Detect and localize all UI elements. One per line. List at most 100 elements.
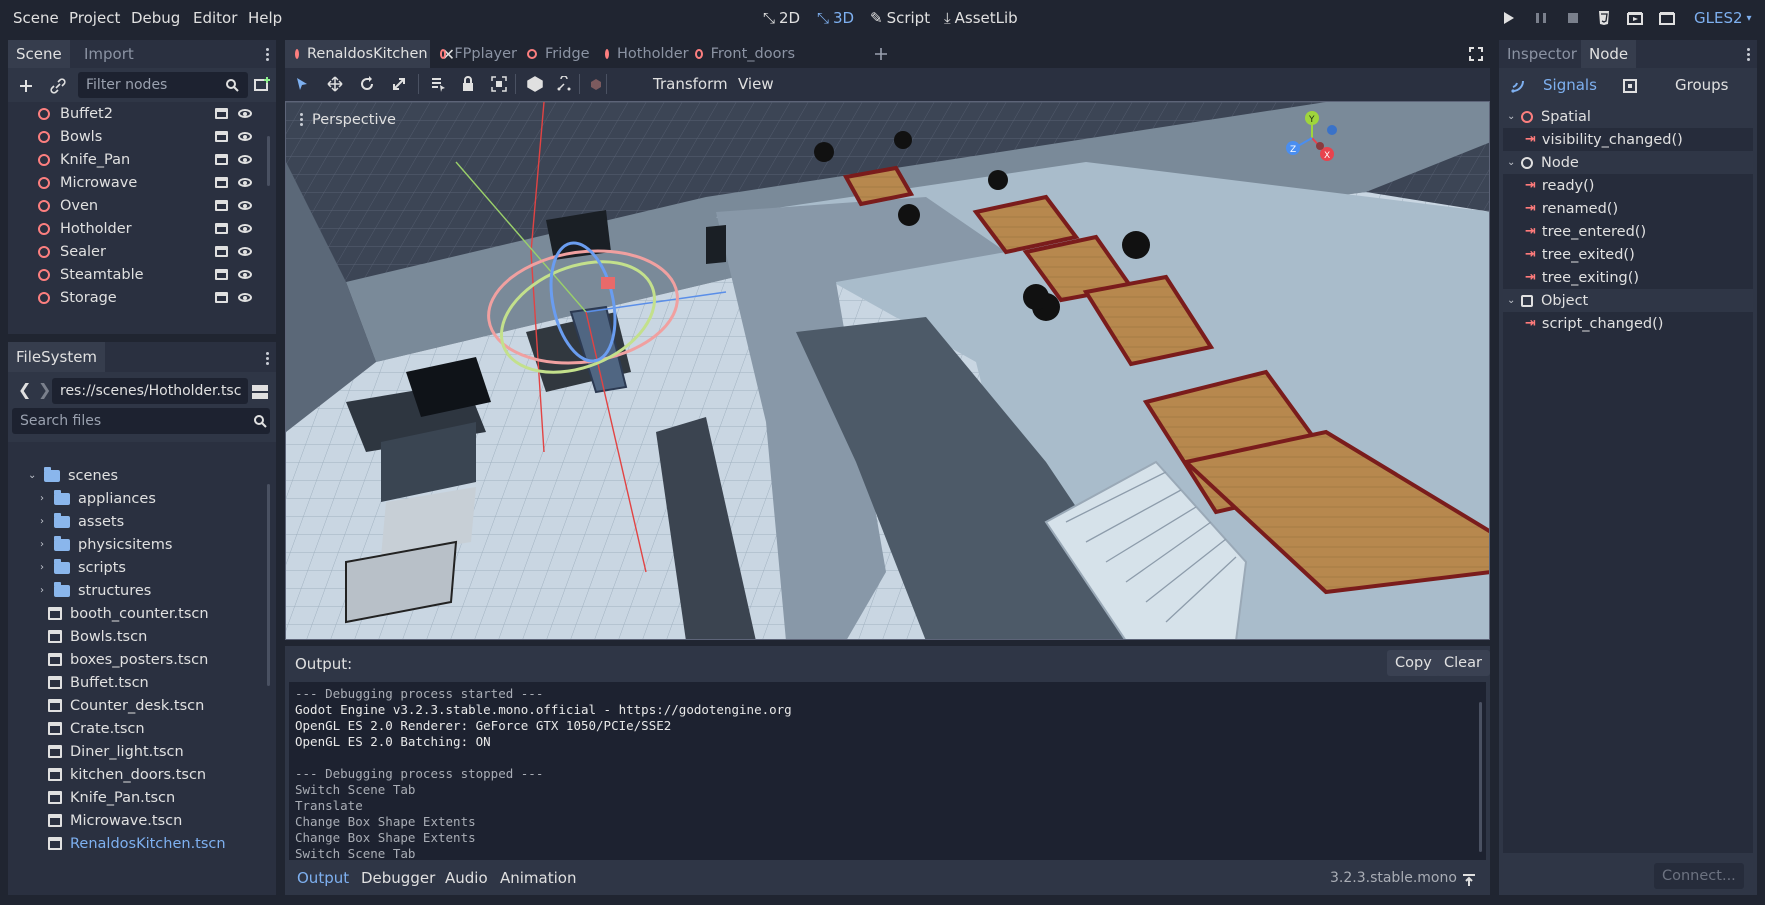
play-scene-icon[interactable] (1627, 10, 1643, 26)
chevron-down-icon[interactable]: ⌄ (1507, 157, 1519, 168)
select-tool-icon[interactable] (295, 77, 309, 91)
scene-tree-node[interactable]: Knife_Pan (8, 148, 276, 171)
open-scene-icon[interactable] (215, 223, 228, 234)
open-scene-icon[interactable] (215, 292, 228, 303)
stop-icon[interactable] (1565, 10, 1581, 26)
visibility-eye-icon[interactable] (238, 224, 252, 233)
scene-tree-node[interactable]: Microwave (8, 171, 276, 194)
visibility-eye-icon[interactable] (238, 178, 252, 187)
scene-tab[interactable]: Fridge (517, 40, 595, 68)
file-row[interactable]: Crate.tscn (8, 717, 276, 740)
tab-output[interactable]: Output (297, 869, 349, 887)
fullscreen-icon[interactable] (1469, 47, 1483, 61)
output-log[interactable]: --- Debugging process started --- Godot E… (289, 682, 1486, 860)
open-scene-icon[interactable] (215, 246, 228, 257)
mode-2d-button[interactable]: ⤡ 2D (763, 9, 800, 27)
visibility-eye-icon[interactable] (238, 201, 252, 210)
perspective-menu[interactable]: Perspective (300, 112, 396, 128)
scale-tool-icon[interactable] (391, 76, 407, 92)
view-menu[interactable]: View (738, 75, 774, 93)
scene-tree-node[interactable]: Sealer (8, 240, 276, 263)
pause-icon[interactable] (1533, 10, 1549, 26)
subtab-groups[interactable]: Groups (1675, 76, 1728, 94)
signal-row[interactable]: ⇥ tree_exited() (1503, 243, 1753, 266)
chevron-right-icon[interactable]: › (40, 539, 52, 550)
scene-tree-node[interactable]: Bowls (8, 125, 276, 148)
signal-class-row[interactable]: ⌄ Spatial (1503, 105, 1753, 128)
rotate-tool-icon[interactable] (359, 76, 375, 92)
forward-arrow-icon[interactable]: ❯ (38, 380, 51, 399)
renderer-select[interactable]: GLES2 ▾ (1694, 9, 1752, 27)
visibility-eye-icon[interactable] (238, 293, 252, 302)
open-scene-icon[interactable] (215, 269, 228, 280)
file-row[interactable]: booth_counter.tscn (8, 602, 276, 625)
menu-scene[interactable]: Scene (13, 9, 59, 27)
chevron-right-icon[interactable]: › (40, 493, 52, 504)
tab-scene[interactable]: Scene (8, 40, 70, 68)
filesystem-menu-icon[interactable] (266, 351, 270, 367)
chevron-right-icon[interactable]: › (40, 585, 52, 596)
signal-class-row[interactable]: ⌄ Object (1503, 289, 1753, 312)
instance-scene-icon[interactable] (254, 76, 271, 93)
tab-animation[interactable]: Animation (500, 869, 576, 887)
expand-panel-icon[interactable] (1462, 873, 1476, 887)
filter-nodes-input[interactable]: Filter nodes (78, 72, 248, 98)
filesystem-scrollbar[interactable] (267, 484, 270, 686)
open-scene-icon[interactable] (215, 177, 228, 188)
search-files-input[interactable]: Search files (12, 408, 270, 434)
file-row[interactable]: Bowls.tscn (8, 625, 276, 648)
scene-tab[interactable]: Hotholder (595, 40, 689, 68)
tab-filesystem[interactable]: FileSystem (8, 342, 106, 372)
menu-help[interactable]: Help (248, 9, 282, 27)
chevron-right-icon[interactable]: › (40, 516, 52, 527)
subtab-signals[interactable]: Signals (1543, 76, 1597, 94)
copy-button[interactable]: Copy (1387, 650, 1440, 676)
signal-row[interactable]: ⇥ visibility_changed() (1503, 128, 1753, 151)
signal-row[interactable]: ⇥ tree_entered() (1503, 220, 1753, 243)
file-row[interactable]: Diner_light.tscn (8, 740, 276, 763)
chevron-down-icon[interactable]: ⌄ (1507, 111, 1519, 122)
open-scene-icon[interactable] (215, 131, 228, 142)
folder-row[interactable]: › scripts (8, 556, 276, 579)
visibility-eye-icon[interactable] (238, 247, 252, 256)
add-tab-icon[interactable] (873, 46, 889, 62)
open-scene-icon[interactable] (215, 200, 228, 211)
mode-assetlib-button[interactable]: ⤓ AssetLib (944, 9, 1018, 27)
folder-row[interactable]: ⌄ scenes (8, 464, 276, 487)
tab-inspector[interactable]: Inspector (1499, 40, 1585, 68)
scene-tab[interactable]: FPplayer (430, 40, 517, 68)
file-row[interactable]: Knife_Pan.tscn (8, 786, 276, 809)
snap-icon[interactable] (556, 76, 572, 92)
tab-audio[interactable]: Audio (445, 869, 488, 887)
chevron-right-icon[interactable]: › (40, 562, 52, 573)
folder-row[interactable]: › assets (8, 510, 276, 533)
right-dock-menu-icon[interactable] (1747, 47, 1751, 63)
orientation-gizmo[interactable]: Y Z X (1282, 108, 1350, 170)
visibility-eye-icon[interactable] (238, 155, 252, 164)
local-space-icon[interactable] (527, 76, 543, 92)
lock-icon[interactable] (461, 76, 475, 92)
scene-tab[interactable]: RenaldosKitchen ✕ (285, 40, 455, 68)
chevron-down-icon[interactable]: ⌄ (28, 470, 40, 481)
file-row[interactable]: Counter_desk.tscn (8, 694, 276, 717)
visibility-eye-icon[interactable] (238, 132, 252, 141)
open-scene-icon[interactable] (215, 108, 228, 119)
back-arrow-icon[interactable]: ❮ (18, 380, 31, 399)
mode-script-button[interactable]: ✎ Script (870, 9, 930, 27)
3d-viewport[interactable]: Perspective Y Z X (285, 101, 1490, 640)
move-tool-icon[interactable] (327, 76, 343, 92)
signal-row[interactable]: ⇥ tree_exiting() (1503, 266, 1753, 289)
filesystem-path-input[interactable]: res://scenes/Hotholder.tsc (52, 378, 248, 404)
file-row[interactable]: boxes_posters.tscn (8, 648, 276, 671)
group-icon[interactable] (491, 76, 507, 92)
html5-icon[interactable] (1596, 10, 1612, 26)
add-node-icon[interactable] (18, 78, 34, 94)
play-icon[interactable] (1500, 10, 1516, 26)
tab-import[interactable]: Import (76, 40, 142, 68)
chevron-down-icon[interactable]: ⌄ (1507, 295, 1519, 306)
connect-button[interactable]: Connect... (1654, 863, 1744, 889)
list-select-icon[interactable] (430, 76, 446, 92)
scene-tree-node[interactable]: Storage (8, 286, 276, 309)
signal-row[interactable]: ⇥ renamed() (1503, 197, 1753, 220)
scene-tab[interactable]: Front_doors (685, 40, 795, 68)
